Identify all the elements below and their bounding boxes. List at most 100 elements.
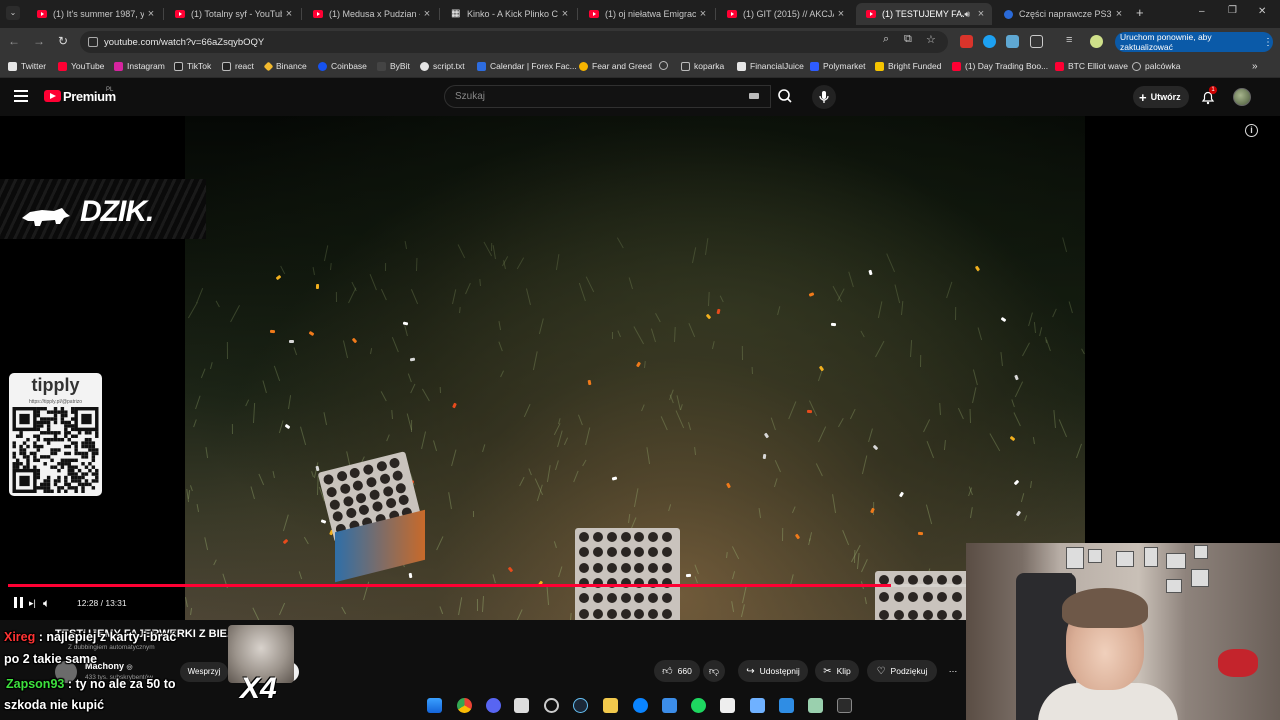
restore-button[interactable]: ❐ (1228, 5, 1237, 16)
close-tab-icon[interactable]: × (558, 8, 572, 20)
close-tab-icon[interactable]: × (420, 8, 434, 20)
discord-icon[interactable] (486, 698, 501, 713)
close-tab-icon[interactable]: × (696, 8, 710, 20)
qr-module (74, 475, 78, 480)
new-tab-button[interactable]: + (1136, 5, 1144, 20)
youtube-logo-icon[interactable] (44, 90, 61, 102)
grass-blade (894, 283, 900, 303)
extension-icon[interactable] (1006, 35, 1019, 48)
bookmark-star-icon[interactable]: ☆ (926, 33, 936, 46)
address-bar[interactable]: youtube.com/watch?v=66aZsqybOQY (80, 31, 948, 53)
minimize-button[interactable]: – (1199, 6, 1205, 17)
qr-module (19, 462, 23, 466)
keyboard-icon[interactable] (749, 93, 759, 99)
terminal-icon[interactable] (837, 698, 852, 713)
browser-tab[interactable]: (1) Totalny syf - YouTube × (165, 3, 300, 25)
extension-icon[interactable] (960, 35, 973, 48)
volume-icon[interactable]: 🔈︎ (43, 596, 50, 611)
spotify-icon[interactable] (691, 698, 706, 713)
extension-icon[interactable] (983, 35, 996, 48)
search-button[interactable] (772, 85, 799, 108)
bookmark-bright-funded[interactable]: Bright Funded (875, 61, 941, 71)
search-input[interactable]: Szukaj (444, 85, 771, 108)
app-icon[interactable] (808, 698, 823, 713)
app-icon[interactable] (514, 698, 529, 713)
app-icon[interactable] (633, 698, 648, 713)
voice-search-button[interactable] (812, 85, 836, 109)
profile-avatar-icon[interactable] (1090, 35, 1103, 48)
bookmark-koparka[interactable]: koparka (681, 61, 724, 71)
back-icon[interactable]: ← (6, 34, 22, 48)
next-video-icon[interactable]: ▸| (29, 598, 36, 609)
close-tab-icon[interactable]: × (1112, 8, 1126, 20)
bookmark-script[interactable]: script.txt (420, 61, 465, 71)
close-tab-icon[interactable]: × (144, 8, 158, 20)
photos-icon[interactable] (779, 698, 794, 713)
bookmark-twitter[interactable]: Twitter (8, 61, 46, 71)
app-icon[interactable] (544, 698, 559, 713)
speaker-icon[interactable]: 🔊︎ (964, 9, 970, 20)
account-avatar[interactable] (1233, 88, 1251, 106)
browser-tab[interactable]: (1) Medusa x Pudzian - Ta × (303, 3, 438, 25)
tab-search-icon[interactable]: ⌄ (6, 6, 20, 20)
bookmark-day-trading[interactable]: (1) Day Trading Boo... (952, 61, 1048, 71)
qr-module (53, 448, 58, 452)
steam-icon[interactable] (573, 698, 588, 713)
chrome-icon[interactable] (457, 698, 472, 713)
close-window-button[interactable]: ✕ (1258, 6, 1266, 17)
app-icon[interactable] (720, 698, 735, 713)
browser-tab-active[interactable]: (1) TESTUJEMY FAJER 🔊︎ × (856, 3, 992, 25)
grass-blade (554, 460, 559, 471)
bookmark-coinbase[interactable]: Coinbase (318, 61, 367, 71)
forward-icon[interactable]: → (31, 34, 47, 48)
reading-list-icon[interactable]: ≡ (1066, 34, 1072, 46)
file-explorer-icon[interactable] (603, 698, 618, 713)
app-icon[interactable] (662, 698, 677, 713)
close-tab-icon[interactable]: × (834, 8, 848, 20)
support-button[interactable]: Wesprzyj (180, 662, 228, 682)
browser-tab[interactable]: ▦ Kinko - A Kick Plinko Cha × (441, 3, 576, 25)
menu-icon[interactable] (14, 90, 28, 102)
windows-start-icon[interactable] (427, 698, 442, 713)
like-button[interactable]: 👍︎ 660 (654, 660, 700, 682)
browser-tab[interactable]: Części naprawcze PS3 × (994, 3, 1130, 25)
pause-button[interactable] (14, 597, 24, 608)
more-actions-button[interactable]: ⋯ (942, 660, 964, 682)
bookmark-tiktok[interactable]: TikTok (174, 61, 211, 71)
close-tab-icon[interactable]: × (974, 8, 988, 20)
bookmark-bybit[interactable]: ByBit (377, 61, 410, 71)
bookmark-financialjuice[interactable]: FinancialJuice (737, 61, 804, 71)
cast-icon[interactable]: ⧉ (904, 33, 912, 46)
info-icon[interactable]: i (1245, 124, 1258, 137)
bookmark-react[interactable]: react (222, 61, 254, 71)
create-button[interactable]: + Utwórz (1133, 86, 1189, 108)
more-bookmarks-icon[interactable]: » (1252, 61, 1258, 72)
qr-module (46, 489, 51, 493)
clip-button[interactable]: ✂ Klip (815, 660, 859, 682)
browser-tab[interactable]: (1) oj niełatwa Emigracja × (579, 3, 714, 25)
progress-bar[interactable] (8, 584, 966, 587)
puzzle-extensions-icon[interactable] (1030, 35, 1043, 48)
site-info-icon[interactable] (88, 37, 98, 47)
grass-blade (288, 395, 292, 410)
bookmark-instagram[interactable]: Instagram (114, 61, 165, 71)
browser-tab[interactable]: (1) GIT (2015) // AKCJA / L × (717, 3, 852, 25)
bookmark-palcowka[interactable]: palcówka (1132, 61, 1180, 71)
share-button[interactable]: ↪ Udostępnij (738, 660, 808, 682)
reload-icon[interactable]: ↻ (55, 34, 71, 48)
bookmark-forex-calendar[interactable]: Calendar | Forex Fac... (477, 61, 577, 71)
bookmark-polymarket[interactable]: Polymarket (810, 61, 866, 71)
thanks-button[interactable]: ♡ Podziękuj (867, 660, 937, 682)
qr-module (74, 489, 78, 493)
dislike-button[interactable]: 👎︎ (703, 660, 725, 682)
bookmark-binance[interactable]: Binance (263, 61, 307, 71)
bookmark-fear-greed[interactable]: Fear and Greed (579, 61, 652, 71)
bookmark-btc-elliot[interactable]: BTC Elliot wave (1055, 61, 1128, 71)
zoom-icon[interactable]: ⌕ (883, 33, 889, 46)
close-tab-icon[interactable]: × (282, 8, 296, 20)
bookmark-youtube[interactable]: YouTube (58, 61, 104, 71)
browser-tab[interactable]: (1) It's summer 1987, you × (27, 3, 162, 25)
notepad-icon[interactable] (750, 698, 765, 713)
bookmark-globe[interactable] (659, 61, 672, 70)
update-restart-button[interactable]: Uruchom ponownie, aby zaktualizować ⋮ (1115, 32, 1273, 52)
